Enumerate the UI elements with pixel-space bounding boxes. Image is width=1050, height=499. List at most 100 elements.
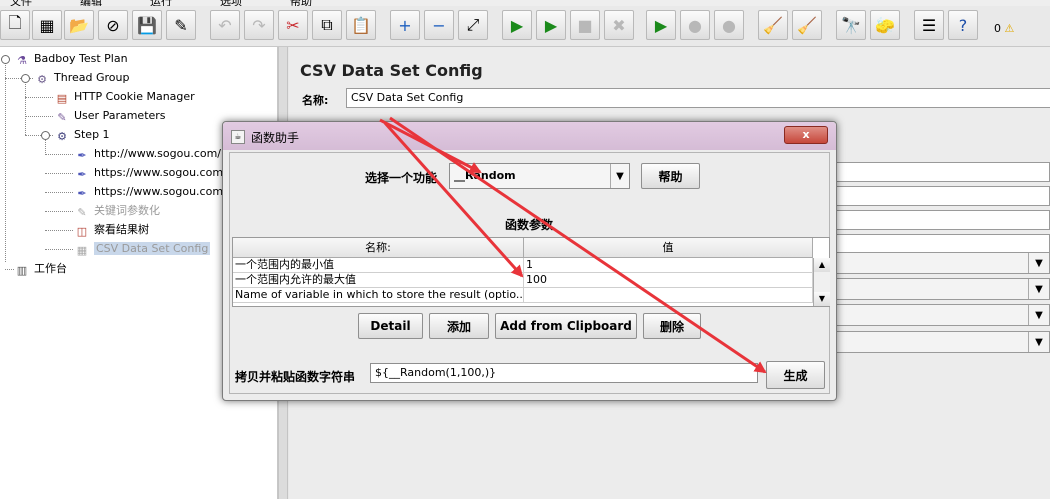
- remote-shutdown-button[interactable]: ●: [714, 10, 744, 40]
- chart-icon: ◫: [76, 225, 88, 238]
- tree-node[interactable]: ▦ CSV Data Set Config: [74, 240, 211, 258]
- tree-connector: [25, 97, 53, 98]
- save-as-icon: ✎: [174, 15, 188, 35]
- csv-icon: ▦: [76, 244, 88, 257]
- clear-icon: 🧹: [763, 15, 783, 35]
- tree-connector: [45, 192, 73, 193]
- stop-thread-on-eof-select[interactable]: ▼: [820, 304, 1050, 326]
- stop-icon: ■: [577, 15, 593, 35]
- start-button[interactable]: ▶: [502, 10, 532, 40]
- close-button[interactable]: ⊘: [98, 10, 128, 40]
- tree-node[interactable]: ⚙ Step 1: [54, 126, 109, 144]
- copy-button[interactable]: ⧉: [312, 10, 342, 40]
- clear-all-button[interactable]: 🧹: [792, 10, 822, 40]
- shutdown-button[interactable]: ✖: [604, 10, 634, 40]
- chevron-down-icon: ▼: [1028, 305, 1049, 325]
- variable-names-field[interactable]: [820, 210, 1050, 230]
- collapse-button[interactable]: −: [424, 10, 454, 40]
- save-as-button[interactable]: ✎: [166, 10, 196, 40]
- tree-node[interactable]: ✒ https://www.sogou.com/: [74, 164, 226, 182]
- function-helper-button[interactable]: ☰: [914, 10, 944, 40]
- paste-button[interactable]: 📋: [346, 10, 376, 40]
- clear-button[interactable]: 🧹: [758, 10, 788, 40]
- clear-all-icon: 🧹: [797, 15, 817, 35]
- tree-toggle[interactable]: [41, 131, 50, 140]
- search-icon: 🔭: [841, 15, 861, 35]
- dialog-titlebar[interactable]: ☕ 函数助手 x: [223, 122, 836, 150]
- function-string-field[interactable]: ${__Random(1,100,)}: [370, 363, 758, 383]
- redo-button[interactable]: ↷: [244, 10, 274, 40]
- add-button[interactable]: 添加: [429, 313, 489, 339]
- param-value-cell[interactable]: 1: [524, 258, 813, 273]
- recycle-on-eof-select[interactable]: ▼: [820, 278, 1050, 300]
- tree-toggle[interactable]: [1, 55, 10, 64]
- detail-button[interactable]: Detail: [358, 313, 423, 339]
- help-icon: ?: [958, 15, 968, 35]
- start-no-pause-icon: ▶: [544, 15, 558, 35]
- reset-search-button[interactable]: 🧽: [870, 10, 900, 40]
- param-value-cell[interactable]: [524, 288, 813, 303]
- open-button[interactable]: 📂: [64, 10, 94, 40]
- warnings-indicator[interactable]: 0 ⚠: [994, 22, 1014, 35]
- cut-button[interactable]: ✂: [278, 10, 308, 40]
- chevron-down-icon: ▼: [610, 164, 629, 188]
- remote-stop-button[interactable]: ●: [680, 10, 710, 40]
- tree-connector: [45, 230, 73, 231]
- generate-button[interactable]: 生成: [766, 361, 825, 389]
- help-button[interactable]: ?: [948, 10, 978, 40]
- search-button[interactable]: 🔭: [836, 10, 866, 40]
- allow-quoted-data-select[interactable]: ▼: [820, 252, 1050, 274]
- delimiter-field[interactable]: [820, 234, 1050, 254]
- name-field[interactable]: CSV Data Set Config: [346, 88, 1050, 108]
- redo-icon: ↷: [252, 15, 266, 35]
- close-button[interactable]: x: [784, 126, 828, 144]
- tree-node[interactable]: ◫ 察看结果树: [74, 221, 149, 239]
- tree-node[interactable]: ✒ https://www.sogou.com/(: [74, 183, 231, 201]
- tree-node[interactable]: ✒ http://www.sogou.com/: [74, 145, 221, 163]
- column-header-value[interactable]: 值: [524, 238, 813, 258]
- function-select-value: __Random: [454, 169, 516, 182]
- tree-node[interactable]: ⚙ Thread Group: [34, 69, 129, 87]
- stop-button[interactable]: ■: [570, 10, 600, 40]
- tree-connector: [5, 269, 14, 270]
- tree-node[interactable]: ▥ 工作台: [14, 260, 67, 278]
- templates-button[interactable]: ▦: [32, 10, 62, 40]
- function-helper-dialog: ☕ 函数助手 x 选择一个功能 __Random ▼ 帮助 函数参数 名称: 值…: [222, 121, 837, 401]
- filename-field[interactable]: [820, 162, 1050, 182]
- save-button[interactable]: 💾: [132, 10, 162, 40]
- sharing-mode-select[interactable]: ▼: [820, 331, 1050, 353]
- scroll-up-icon[interactable]: ▲: [814, 258, 830, 272]
- toggle-button[interactable]: ⤢: [458, 10, 488, 40]
- tree-node[interactable]: ⚗ Badboy Test Plan: [14, 50, 128, 68]
- start-no-pause-button[interactable]: ▶: [536, 10, 566, 40]
- file-encoding-field[interactable]: [820, 186, 1050, 206]
- tree-node[interactable]: ▤ HTTP Cookie Manager: [54, 88, 195, 106]
- pipette-icon: ✒: [77, 149, 87, 162]
- tree-node[interactable]: ✎ 关键词参数化: [74, 202, 160, 220]
- column-header-name[interactable]: 名称:: [233, 238, 524, 258]
- reset-search-icon: 🧽: [875, 15, 895, 35]
- new-button[interactable]: 🗋: [0, 10, 30, 40]
- tree-node[interactable]: ✎ User Parameters: [54, 107, 165, 125]
- chevron-down-icon: ▼: [1028, 332, 1049, 352]
- delete-button[interactable]: 删除: [643, 313, 701, 339]
- expand-button[interactable]: +: [390, 10, 420, 40]
- tree-node-label: CSV Data Set Config: [94, 242, 211, 255]
- remote-start-button[interactable]: ▶: [646, 10, 676, 40]
- help-button[interactable]: 帮助: [641, 163, 700, 189]
- param-value-cell[interactable]: 100: [524, 273, 813, 288]
- tree-node-label: 关键词参数化: [94, 204, 160, 217]
- function-select[interactable]: __Random ▼: [449, 163, 630, 189]
- tree-toggle[interactable]: [21, 74, 30, 83]
- scroll-down-icon[interactable]: ▼: [814, 292, 830, 306]
- tree-connector: [25, 78, 26, 135]
- undo-button[interactable]: ↶: [210, 10, 240, 40]
- spool-icon: ⚙: [37, 73, 47, 86]
- function-label: 选择一个功能: [365, 171, 438, 185]
- tree-connector: [45, 154, 73, 155]
- table-scrollbar[interactable]: ▲ ▼: [813, 258, 830, 306]
- params-table[interactable]: 名称: 值 一个范围内的最小值 1 一个范围内允许的最大值 100 Name o…: [232, 237, 830, 307]
- chevron-down-icon: ▼: [1028, 253, 1049, 273]
- add-from-clipboard-button[interactable]: Add from Clipboard: [495, 313, 637, 339]
- tree-node-label: HTTP Cookie Manager: [74, 90, 195, 103]
